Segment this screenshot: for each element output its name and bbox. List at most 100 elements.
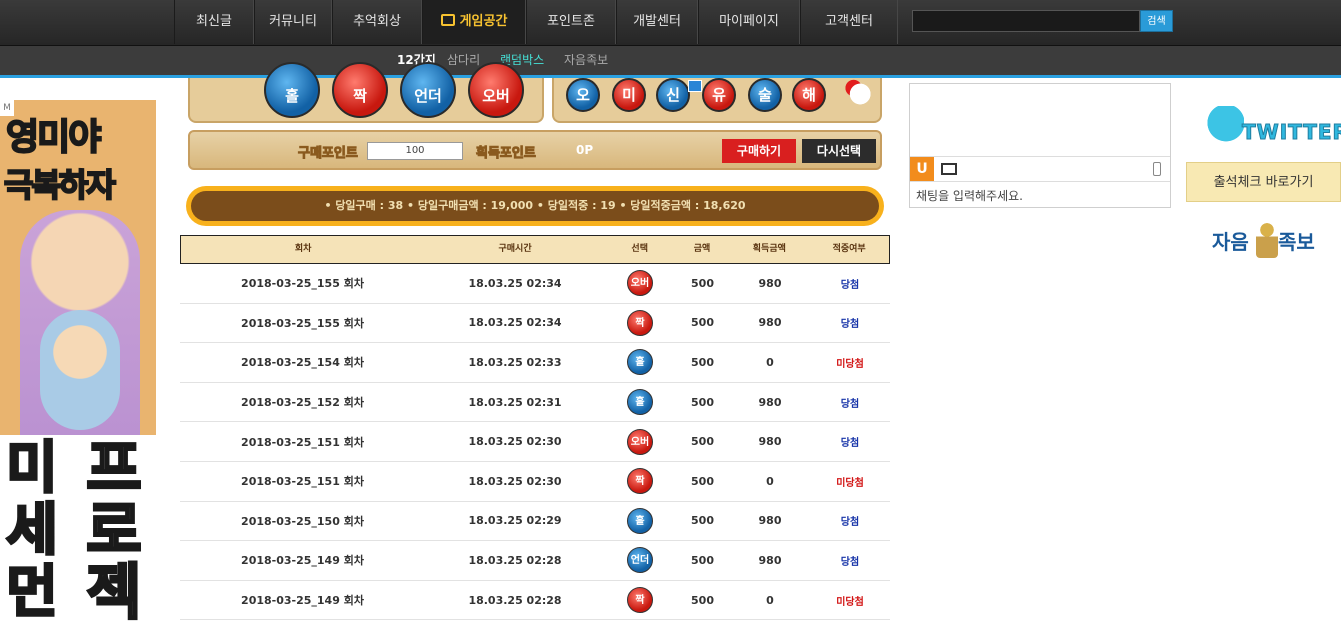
cell-pick: 오버	[605, 428, 675, 455]
pick-chip: 짝	[627, 309, 653, 336]
top-navigation: 최신글 커뮤니티 추억회상 게임공간 포인트존 개발센터 마이페이지 고객센터 …	[0, 0, 1341, 46]
table-row: 2018-03-25_149 회차 18.03.25 02:28 언더 500 980 당…	[180, 541, 890, 581]
nav-item-memories[interactable]: 추억회상	[332, 0, 422, 44]
cell-round: 2018-03-25_152 회차	[180, 394, 425, 410]
chat-logo-icon: U	[910, 157, 934, 181]
cell-earned: 980	[730, 396, 810, 409]
cell-round: 2018-03-25_149 회차	[180, 592, 425, 608]
zodiac-ball-yu[interactable]: 유	[702, 78, 736, 112]
nav-item-game-space[interactable]: 게임공간	[422, 0, 526, 44]
cell-round-text: 2018-03-25_155 회차	[241, 277, 364, 291]
nav-item-support[interactable]: 고객센터	[800, 0, 898, 44]
cell-result-text: 미당첨	[836, 358, 864, 370]
bet-history-table: 회차 구매시간 선택 금액 획득금액 적중여부 2018-03-25_155 회…	[180, 235, 890, 621]
reset-button[interactable]: 다시선택	[802, 139, 876, 163]
pick-chip: 언더	[627, 547, 653, 574]
pick-chip: 짝	[627, 468, 653, 495]
buy-button[interactable]: 구매하기	[722, 139, 796, 163]
cell-pick: 언더	[605, 547, 675, 574]
ad-headline-2: 극복하자	[3, 165, 117, 205]
cell-time: 18.03.25 02:34	[425, 316, 605, 329]
cell-result-text: 당첨	[840, 556, 860, 568]
cell-earned: 0	[730, 356, 810, 369]
cell-time-text: 18.03.25 02:34	[468, 276, 562, 290]
cell-time-text: 18.03.25 02:33	[468, 355, 562, 369]
bet-ball-even[interactable]: 짝	[332, 62, 388, 118]
cell-time: 18.03.25 02:34	[425, 277, 605, 290]
cell-amount-text: 500	[691, 553, 714, 567]
cell-round-text: 2018-03-25_155 회차	[241, 316, 364, 330]
nav-item-mypage[interactable]: 마이페이지	[698, 0, 800, 44]
cell-result-text: 당첨	[840, 319, 860, 331]
game-icon	[440, 14, 455, 26]
cell-amount: 500	[675, 554, 730, 567]
nav-label: 최신글	[196, 14, 232, 29]
cell-result: 미당첨	[810, 355, 890, 370]
jaeum-jokbo-link[interactable]: 자음 족보	[1212, 222, 1324, 258]
cell-amount: 500	[675, 435, 730, 448]
left-ad-banner[interactable]: M 영미야 극복하자 미세먼 프로젝	[0, 100, 156, 627]
zodiac-ball-sin[interactable]: 신	[656, 78, 690, 112]
cell-round: 2018-03-25_155 회차	[180, 315, 425, 331]
cell-time: 18.03.25 02:28	[425, 554, 605, 567]
cell-result: 당첨	[810, 553, 890, 568]
buy-point-input[interactable]: 100	[367, 142, 463, 160]
cell-result-text: 당첨	[840, 279, 860, 291]
cell-round-text: 2018-03-25_151 회차	[241, 435, 364, 449]
dropdown-arrow-icon[interactable]	[688, 80, 702, 92]
cell-earned: 980	[730, 277, 810, 290]
earn-point-label: 획득포인트	[476, 146, 537, 162]
cell-earned: 980	[730, 435, 810, 448]
nav-item-dev-center[interactable]: 개발센터	[616, 0, 698, 44]
ad-headline-1: 영미야	[5, 116, 102, 159]
bet-ball-under[interactable]: 언더	[400, 62, 456, 118]
cell-time: 18.03.25 02:31	[425, 396, 605, 409]
twitter-label: TWITTER	[1242, 120, 1341, 145]
cell-pick: 짝	[605, 587, 675, 614]
zodiac-ball-sul[interactable]: 술	[748, 78, 782, 112]
cell-amount: 500	[675, 475, 730, 488]
zodiac-ball-mi[interactable]: 미	[612, 78, 646, 112]
purchase-bar: 구매포인트 100 획득포인트 0P 구매하기 다시선택	[188, 130, 882, 170]
subnav-item-jaeum[interactable]: 자음족보	[564, 46, 608, 75]
image-upload-icon[interactable]	[941, 163, 957, 175]
earn-point-value: 0P	[576, 143, 594, 157]
nav-item-point-zone[interactable]: 포인트존	[526, 0, 616, 44]
twitter-link[interactable]: TWITTER	[1204, 106, 1341, 154]
scroll-icon[interactable]	[1153, 162, 1161, 176]
cell-time: 18.03.25 02:33	[425, 356, 605, 369]
table-row: 2018-03-25_151 회차 18.03.25 02:30 오버 500 980 당…	[180, 422, 890, 462]
zodiac-ball-o[interactable]: 오	[566, 78, 600, 112]
cell-pick: 홀	[605, 507, 675, 534]
cell-result-text: 당첨	[840, 398, 860, 410]
search-input[interactable]	[912, 10, 1140, 32]
nav-label: 커뮤니티	[269, 14, 317, 29]
cell-pick: 짝	[605, 309, 675, 336]
attendance-button[interactable]: 출석체크 바로가기	[1186, 162, 1341, 202]
sub-navigation: 12간지 삼다리 랜덤박스 자음족보	[0, 46, 1341, 78]
header-time: 구매시간	[498, 244, 532, 254]
zodiac-ball-hae[interactable]: 해	[792, 78, 826, 112]
daily-stats-bar: • 당일구매 : 38 • 당일구매금액 : 19,000 • 당일적중 : 1…	[186, 186, 884, 226]
cell-earned-text: 0	[766, 593, 774, 607]
cell-result-text: 당첨	[840, 438, 860, 450]
daily-stats-text: • 당일구매 : 38 • 당일구매금액 : 19,000 • 당일적중 : 1…	[191, 191, 879, 221]
nav-item-latest[interactable]: 최신글	[174, 0, 254, 44]
chat-input[interactable]: 채팅을 입력해주세요.	[916, 187, 1023, 204]
search-button[interactable]: 검색	[1140, 10, 1173, 32]
bet-ball-over[interactable]: 오버	[468, 62, 524, 118]
header-pick: 선택	[631, 244, 648, 254]
cell-result: 당첨	[810, 276, 890, 291]
game-panel: 홀 짝 언더 오버 오 미 신 유 술 해 구매포인트 100 획득포인트 0P…	[180, 62, 890, 232]
cell-result: 당첨	[810, 434, 890, 449]
cell-amount: 500	[675, 396, 730, 409]
nav-item-community[interactable]: 커뮤니티	[254, 0, 332, 44]
jaeum-label-b: 족보	[1278, 230, 1315, 254]
cell-time: 18.03.25 02:28	[425, 594, 605, 607]
cell-round: 2018-03-25_155 회차	[180, 275, 425, 291]
cell-pick: 홀	[605, 349, 675, 376]
bet-ball-odd[interactable]: 홀	[264, 62, 320, 118]
cell-earned: 980	[730, 514, 810, 527]
table-row: 2018-03-25_150 회차 18.03.25 02:29 홀 500 980 당첨	[180, 502, 890, 542]
cell-earned: 980	[730, 554, 810, 567]
